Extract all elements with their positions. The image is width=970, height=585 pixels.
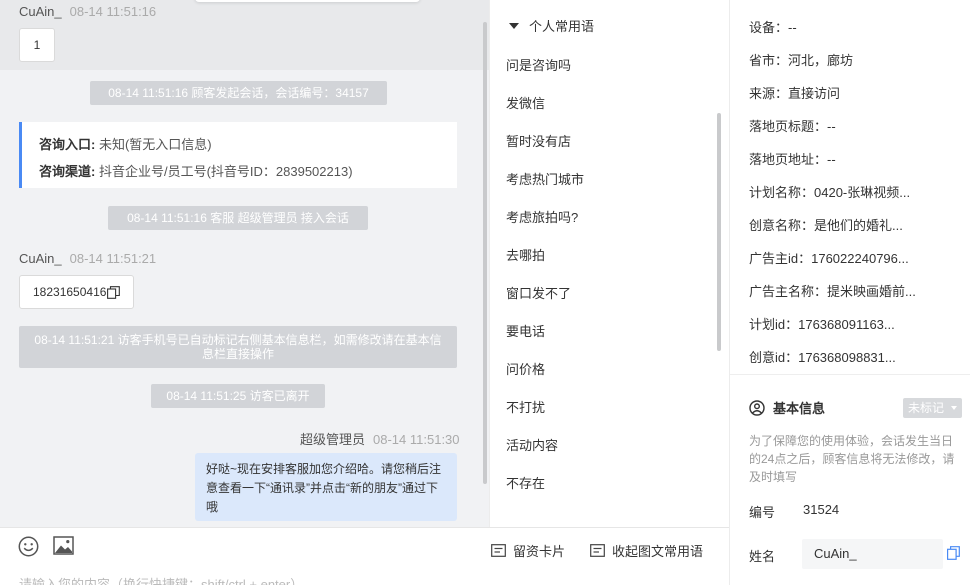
- phrase-item[interactable]: 暂时没有店: [506, 131, 571, 150]
- entry-label: 咨询入口:: [39, 137, 96, 152]
- common-phrases-panel: 个人常用语 问是咨询吗 发微信 暂时没有店 考虑热门城市 考虑旅拍吗? 去哪拍 …: [489, 0, 729, 527]
- chat-workspace: CuAin_ 08-14 11:51:16 1 08-14 11:51:16 顾客…: [0, 0, 970, 585]
- phrase-item[interactable]: 不存在: [506, 473, 545, 492]
- user-circle-icon: [749, 399, 765, 416]
- message-input[interactable]: 请输入您的内容（换行快捷键：shift/ctrl + enter）: [19, 574, 303, 585]
- visitor-info-panel: 设备：-- 省市：河北，廊坊 来源：直接访问 落地页标题：-- 落地页地址：--…: [729, 0, 970, 585]
- channel-label: 咨询渠道:: [39, 164, 96, 179]
- emoji-icon[interactable]: [18, 536, 39, 557]
- phrase-item[interactable]: 活动内容: [506, 435, 558, 454]
- info-device: 设备：--: [749, 20, 797, 35]
- chat-scrollbar[interactable]: [483, 22, 487, 484]
- card-icon: [491, 544, 506, 557]
- phrase-item[interactable]: 考虑热门城市: [506, 169, 584, 188]
- message-time: 08-14 11:51:21: [69, 251, 157, 266]
- info-plan-name: 计划名称：0420-张琳视频...: [749, 185, 911, 200]
- copy-icon[interactable]: [947, 546, 960, 560]
- phrase-item[interactable]: 发微信: [506, 93, 545, 112]
- message-meta: CuAin_ 08-14 11:51:16: [19, 4, 156, 19]
- basic-info-title: 基本信息: [773, 401, 826, 416]
- leave-card-button[interactable]: 留资卡片: [491, 541, 565, 560]
- info-advertiser-id: 广告主id：176022240796...: [749, 251, 909, 266]
- phrase-item[interactable]: 问价格: [506, 359, 545, 378]
- phrase-item[interactable]: 窗口发不了: [506, 283, 571, 302]
- sender-name: CuAin_: [19, 251, 62, 266]
- phrase-item[interactable]: 考虑旅拍吗?: [506, 207, 578, 226]
- channel-value: 抖音企业号/员工号(抖音号ID：2839502213): [98, 164, 353, 179]
- message-meta: CuAin_ 08-14 11:51:21: [19, 251, 156, 266]
- info-province: 省市：河北，廊坊: [749, 53, 854, 68]
- phrase-item[interactable]: 要电话: [506, 321, 545, 340]
- dropdown-arrow-icon: [951, 406, 957, 410]
- system-message: 08-14 11:51:25 访客已离开: [151, 384, 325, 408]
- collapse-phrases-label: 收起图文常用语: [612, 544, 704, 559]
- name-label: 姓名: [749, 549, 776, 564]
- copy-icon[interactable]: [107, 286, 121, 300]
- number-value: 31524: [803, 502, 840, 517]
- phrase-item[interactable]: 问是咨询吗: [506, 55, 571, 74]
- visitor-message[interactable]: 1: [19, 28, 55, 62]
- phrase-item[interactable]: 不打扰: [506, 397, 545, 416]
- message-meta: 超级管理员 08-14 11:51:30: [300, 429, 460, 448]
- phrase-item[interactable]: 去哪拍: [506, 245, 545, 264]
- message-input-bar: 请输入您的内容（换行快捷键：shift/ctrl + enter） 留资卡片 收…: [0, 527, 729, 585]
- name-field[interactable]: CuAin_: [802, 539, 943, 569]
- divider: [730, 374, 970, 375]
- phrase-group-header[interactable]: 个人常用语: [509, 16, 594, 35]
- edit-notice: 为了保障您的使用体验，会话发生当日的24点之后，顾客信息将无法修改，请及时填写: [749, 434, 955, 484]
- leave-card-label: 留资卡片: [513, 544, 566, 559]
- agent-message[interactable]: 好哒~现在安排客服加您介绍哈。请您稍后注意查看一下“通讯录”并点击“新的朋友”通…: [195, 453, 457, 521]
- basic-info-header: 基本信息: [749, 398, 825, 417]
- image-icon[interactable]: [53, 536, 74, 555]
- phrases-icon: [590, 544, 605, 557]
- message-text: 18231650416: [33, 285, 107, 299]
- chat-panel[interactable]: CuAin_ 08-14 11:51:16 1 08-14 11:51:16 顾客…: [0, 0, 489, 527]
- system-message: 08-14 11:51:16 顾客发起会话，会话编号：34157: [90, 81, 387, 105]
- info-landing-title: 落地页标题：--: [749, 119, 836, 134]
- info-source: 来源：直接访问: [749, 86, 841, 101]
- sender-name: CuAin_: [19, 4, 62, 19]
- entry-value: 未知(暂无入口信息): [98, 137, 212, 152]
- number-label: 编号: [749, 505, 776, 520]
- sender-name: 超级管理员: [300, 432, 366, 447]
- entry-row: 咨询入口: 未知(暂无入口信息): [39, 131, 457, 158]
- entry-info-card: 咨询入口: 未知(暂无入口信息) 咨询渠道: 抖音企业号/员工号(抖音号ID：2…: [19, 122, 457, 188]
- phrase-group-title: 个人常用语: [529, 19, 595, 34]
- visitor-message[interactable]: 18231650416: [19, 275, 135, 309]
- info-creative-name: 创意名称：是他们的婚礼...: [749, 218, 903, 233]
- popup-edge: [195, 0, 420, 2]
- info-landing-url: 落地页地址：--: [749, 152, 836, 167]
- system-message: 08-14 11:51:16 客服 超级管理员 接入会话: [108, 206, 368, 230]
- channel-row: 咨询渠道: 抖音企业号/员工号(抖音号ID：2839502213): [39, 158, 457, 185]
- tag-dropdown[interactable]: 未标记: [903, 398, 962, 418]
- info-creative-id: 创意id：176368098831...: [749, 350, 896, 365]
- collapse-phrases-button[interactable]: 收起图文常用语: [590, 541, 703, 560]
- phrases-scrollbar[interactable]: [717, 113, 721, 351]
- tag-label: 未标记: [908, 401, 945, 415]
- system-message: 08-14 11:51:21 访客手机号已自动标记右侧基本信息栏，如需修改请在基…: [19, 326, 457, 368]
- info-plan-id: 计划id：176368091163...: [749, 317, 895, 332]
- message-time: 08-14 11:51:30: [373, 432, 460, 447]
- message-time: 08-14 11:51:16: [69, 4, 157, 19]
- info-advertiser-name: 广告主名称：提米映画婚前...: [749, 284, 916, 299]
- caret-down-icon: [509, 22, 519, 29]
